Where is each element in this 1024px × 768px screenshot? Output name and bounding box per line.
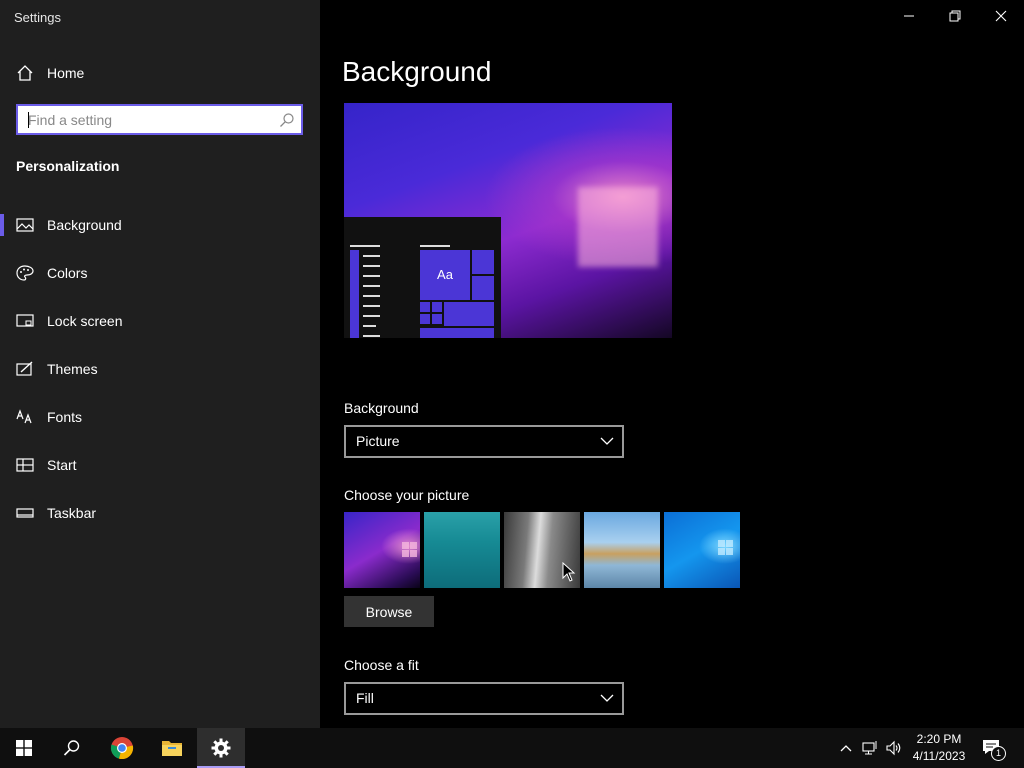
windows-start-icon (16, 740, 32, 756)
start-icon (16, 458, 34, 472)
preview-start-column (350, 250, 359, 338)
file-explorer-icon (162, 741, 182, 756)
sidebar-item-label: Lock screen (47, 313, 123, 329)
nav-home-label: Home (47, 65, 85, 81)
settings-icon (211, 738, 231, 758)
clock-time: 2:20 PM (916, 732, 962, 746)
network-icon[interactable] (862, 740, 878, 756)
background-preview: Aa (344, 103, 672, 338)
section-title: Personalization (16, 158, 120, 174)
sidebar-item-label: Fonts (47, 409, 83, 425)
taskbar-file-explorer-button[interactable] (148, 728, 196, 768)
sidebar-item-label: Start (47, 457, 77, 473)
picture-thumbnail-windows-blue[interactable] (664, 512, 740, 588)
volume-icon[interactable] (886, 740, 902, 756)
preview-start-menu: Aa (344, 217, 501, 338)
taskbar-chrome-button[interactable] (98, 728, 146, 768)
fonts-icon (16, 409, 32, 424)
browse-button[interactable]: Browse (344, 596, 434, 627)
picture-thumbnail-purple-bloom[interactable] (344, 512, 420, 588)
page-title: Background (342, 56, 492, 87)
sidebar-item-themes[interactable]: Themes (0, 351, 320, 387)
background-dropdown[interactable]: Picture (344, 425, 624, 458)
windows-logo-icon (402, 542, 417, 557)
clock-date: 4/11/2023 (912, 749, 966, 763)
chrome-icon (110, 737, 134, 760)
action-center-button[interactable]: 1 (982, 738, 1006, 761)
themes-icon (16, 361, 33, 376)
taskbar-clock[interactable]: 2:20 PM 4/11/2023 (906, 731, 972, 765)
sidebar-item-taskbar[interactable]: Taskbar (0, 495, 320, 531)
chevron-down-icon (600, 694, 614, 702)
windows-logo-glow (578, 187, 658, 267)
close-button[interactable] (978, 0, 1024, 32)
search-icon (63, 740, 80, 756)
sidebar-item-fonts[interactable]: Fonts (0, 399, 320, 435)
search-icon[interactable] (279, 112, 295, 128)
sidebar: Settings Home Personalization Background… (0, 0, 320, 728)
windows-logo-icon (718, 540, 733, 555)
sidebar-item-label: Themes (47, 361, 98, 377)
taskbar-icon (16, 508, 34, 518)
picture-icon (16, 218, 34, 232)
taskbar-settings-button[interactable] (197, 728, 245, 768)
sidebar-item-label: Colors (47, 265, 88, 281)
sidebar-item-background[interactable]: Background (0, 207, 320, 243)
sidebar-item-label: Background (47, 217, 122, 233)
show-hidden-icons-chevron-icon[interactable] (838, 740, 854, 756)
taskbar-start-button[interactable] (0, 728, 48, 768)
sidebar-item-lock-screen[interactable]: Lock screen (0, 303, 320, 339)
nav-home[interactable]: Home (0, 58, 320, 88)
app-title: Settings (14, 10, 61, 25)
restore-button[interactable] (932, 0, 978, 32)
sidebar-item-label: Taskbar (47, 505, 97, 521)
taskbar-search-button[interactable] (48, 728, 96, 768)
fit-dropdown-value: Fill (356, 690, 374, 706)
background-dropdown-value: Picture (356, 433, 400, 449)
notification-count-badge: 1 (991, 746, 1006, 761)
choose-picture-label: Choose your picture (344, 487, 470, 503)
lock-screen-icon (16, 314, 34, 327)
picture-thumbnail-underwater[interactable] (424, 512, 500, 588)
search-box[interactable] (16, 104, 303, 135)
fit-dropdown[interactable]: Fill (344, 682, 624, 715)
mouse-cursor-icon (562, 562, 576, 582)
text-caret (28, 112, 29, 128)
search-input[interactable] (18, 106, 283, 133)
sidebar-item-colors[interactable]: Colors (0, 255, 320, 291)
picture-thumbnail-beach[interactable] (584, 512, 660, 588)
main-content: Background Aa Background Picture Choose … (320, 0, 1024, 728)
choose-fit-label: Choose a fit (344, 657, 419, 673)
home-icon (17, 65, 33, 81)
sidebar-item-start[interactable]: Start (0, 447, 320, 483)
chevron-down-icon (600, 437, 614, 445)
minimize-button[interactable] (886, 0, 932, 32)
taskbar: 2:20 PM 4/11/2023 1 (0, 728, 1024, 768)
selection-indicator (0, 214, 4, 236)
palette-icon (16, 265, 34, 281)
preview-tile-aa: Aa (420, 250, 470, 300)
background-label: Background (344, 400, 419, 416)
